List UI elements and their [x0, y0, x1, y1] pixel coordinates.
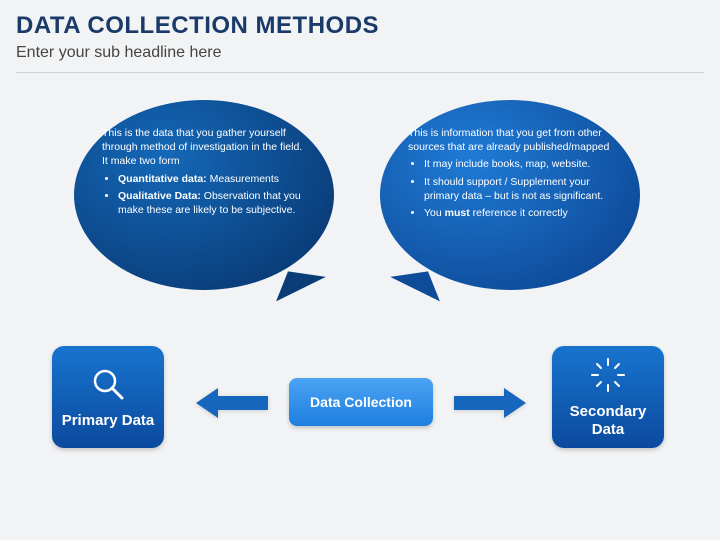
secondary-bubble-intro: This is information that you get from ot… [408, 126, 612, 154]
arrow-right-icon [454, 388, 526, 423]
page-title: DATA COLLECTION METHODS [16, 12, 379, 40]
bubble-tail [390, 271, 442, 306]
page-subtitle: Enter your sub headline here [16, 44, 221, 62]
slide-root: { "header": { "title": "DATA COLLECTION … [0, 0, 720, 540]
primary-data-node: Primary Data [52, 346, 164, 448]
primary-data-bubble: This is the data that you gather yoursel… [74, 100, 334, 290]
center-node-label: Data Collection [310, 394, 412, 410]
label-text: Measurements [207, 173, 279, 185]
primary-bubble-list: Quantitative data: Measurements Qualitat… [102, 172, 306, 218]
label-text: It should support / Supplement your prim… [424, 176, 603, 202]
list-item: It may include books, map, website. [424, 157, 612, 171]
data-collection-node: Data Collection [289, 378, 433, 426]
title-divider [16, 72, 704, 73]
label-bold: Quantitative data: [118, 173, 207, 185]
primary-node-label: Primary Data [62, 412, 155, 430]
list-item: Qualitative Data: Observation that you m… [118, 189, 306, 217]
label-bold: must [445, 207, 470, 219]
secondary-node-label: Secondary Data [552, 403, 664, 439]
arrow-left-icon [196, 388, 268, 423]
radial-dots-icon [588, 355, 628, 395]
label-text: It may include books, map, website. [424, 158, 590, 170]
primary-bubble-intro: This is the data that you gather yoursel… [102, 126, 306, 169]
label-text: You [424, 207, 445, 219]
label-bold: Qualitative Data: [118, 190, 201, 202]
list-item: Quantitative data: Measurements [118, 172, 306, 186]
bubble-tail [274, 271, 326, 306]
secondary-data-bubble: This is information that you get from ot… [380, 100, 640, 290]
secondary-data-node: Secondary Data [552, 346, 664, 448]
list-item: You must reference it correctly [424, 206, 612, 220]
magnifier-icon [88, 364, 128, 404]
label-text: reference it correctly [470, 207, 568, 219]
list-item: It should support / Supplement your prim… [424, 175, 612, 203]
secondary-bubble-list: It may include books, map, website. It s… [408, 157, 612, 220]
